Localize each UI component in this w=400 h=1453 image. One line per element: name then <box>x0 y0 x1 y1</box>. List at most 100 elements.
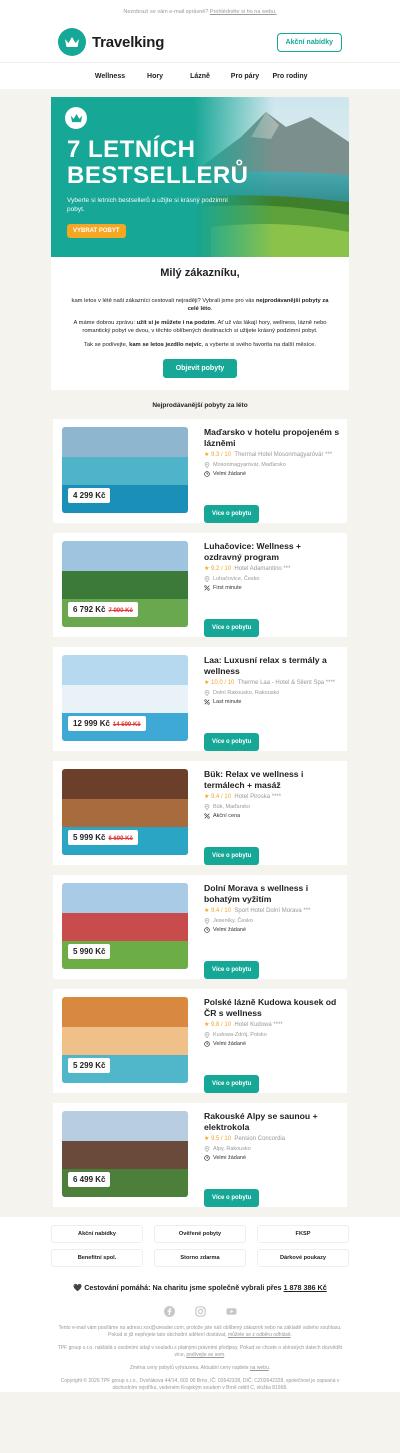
offer-title[interactable]: Bük: Relax ve wellness i termálech + mas… <box>204 769 340 791</box>
brand-name: Travelking <box>92 33 165 51</box>
more-about-stay-button[interactable]: Více o pobytu <box>204 505 260 523</box>
offer-tag: Velmi žádané <box>204 1041 340 1047</box>
prices-link[interactable]: na webu <box>250 1365 269 1371</box>
footer-link[interactable]: Dárkové poukazy <box>257 1249 349 1267</box>
offer-tag: First minute <box>204 585 340 591</box>
more-about-stay-button[interactable]: Více o pobytu <box>204 1075 260 1093</box>
privacy-link[interactable]: podívejte se sem <box>186 1352 224 1358</box>
greeting-paragraph-3: Tak se podívejte, kam se letos jezdilo n… <box>83 342 316 348</box>
offer-location: Luhačovice, Česko <box>204 576 340 582</box>
old-price: 7 990 Kč <box>108 608 133 614</box>
tag-text: First minute <box>213 585 242 591</box>
top-note: Nezobrazí se vám e-mail správně? Prohléd… <box>0 0 400 22</box>
charity-banner: 🖤 Cestování pomáhá: Na charitu jsme spol… <box>0 1279 400 1302</box>
offer-price: 5 999 Kč 6 699 Kč <box>68 830 138 845</box>
offer-price: 5 299 Kč <box>68 1058 111 1073</box>
offer-card[interactable]: 5 990 Kč Dolní Morava s wellness i bohatý… <box>53 875 347 979</box>
location-text: Dolní Rakousko, Rakousko <box>213 690 280 696</box>
nav-item-hory[interactable]: Hory <box>133 73 178 80</box>
offer-location: Dolní Rakousko, Rakousko <box>204 690 340 696</box>
offer-location: Jeseníky, Česko <box>204 918 340 924</box>
offer-price: 5 990 Kč <box>68 944 111 959</box>
more-about-stay-button[interactable]: Více o pobytu <box>204 619 260 637</box>
location-pin-icon <box>204 918 210 924</box>
clock-icon <box>204 927 210 933</box>
offer-title[interactable]: Rakouské Alpy se saunou + elektrokola <box>204 1111 340 1133</box>
percent-icon <box>204 699 210 705</box>
more-about-stay-button[interactable]: Více o pobytu <box>204 1189 260 1207</box>
offer-title[interactable]: Laa: Luxusní relax s termály a wellness <box>204 655 340 677</box>
footer-link[interactable]: FKSP <box>257 1225 349 1243</box>
location-text: Bük, Maďarsko <box>213 804 251 810</box>
current-price: 4 299 Kč <box>73 491 106 500</box>
current-price: 12 999 Kč <box>73 719 110 728</box>
youtube-icon[interactable] <box>225 1306 237 1317</box>
facebook-icon[interactable] <box>163 1306 175 1317</box>
unsubscribe-link[interactable]: můžete se z odběru odhlásit <box>228 1332 291 1338</box>
nav-item-pro-rodiny[interactable]: Pro rodiny <box>268 73 313 80</box>
location-pin-icon <box>204 576 210 582</box>
offer-card[interactable]: 4 299 Kč Maďarsko v hotelu propojeném s l… <box>53 419 347 523</box>
offer-title[interactable]: Luhačovice: Wellness + ozdravný program <box>204 541 340 563</box>
legal-paragraph-1: Tento e-mail vám posíláme na adresu xxx@… <box>58 1325 342 1338</box>
offer-price: 6 499 Kč <box>68 1172 111 1187</box>
hotel-name: Hotel Adamantino *** <box>234 566 291 572</box>
hotel-name: Thermal Hotel Mosonmagyaróvár *** <box>234 452 333 458</box>
offer-title[interactable]: Dolní Morava s wellness i bohatým vyžití… <box>204 883 340 905</box>
hotel-name: Pension Concordia <box>234 1136 286 1142</box>
location-text: Mosonmagyaróvár, Maďarsko <box>213 462 286 468</box>
rating-score: ★ 9.4 / 10 <box>204 794 232 800</box>
hero-banner[interactable]: 7 LETNÍCH BESTSELLERŮ Vyberte si letních… <box>51 97 349 257</box>
footer-link[interactable]: Akční nabídky <box>51 1225 143 1243</box>
offer-tag: Velmi žádané <box>204 471 340 477</box>
instagram-icon[interactable] <box>194 1306 206 1317</box>
offer-tag: Velmi žádané <box>204 927 340 933</box>
hero-subtitle: Vyberte si letních bestsellerů a užijte … <box>67 197 228 213</box>
offer-card[interactable]: 5 299 Kč Polské lázně Kudowa kousek od ČR… <box>53 989 347 1093</box>
deals-button[interactable]: Akční nabídky <box>276 32 342 52</box>
rating-score: ★ 9.5 / 10 <box>204 1136 232 1142</box>
tag-text: Last minute <box>213 699 242 705</box>
offer-tag: Last minute <box>204 699 340 705</box>
offer-price: 6 792 Kč 7 990 Kč <box>68 602 138 617</box>
offer-card[interactable]: 6 792 Kč 7 990 Kč Luhačovice: Wellness + o… <box>53 533 347 637</box>
more-about-stay-button[interactable]: Více o pobytu <box>204 847 260 865</box>
legal-paragraph-2: TPF group s.r.o. nakládá s osobními údaj… <box>57 1345 343 1358</box>
tag-text: Akční cena <box>213 813 241 819</box>
footer-link[interactable]: Storno zdarma <box>154 1249 246 1267</box>
nav-item-lazne[interactable]: Lázně <box>178 73 223 80</box>
logo[interactable]: Travelking <box>58 28 164 56</box>
rating-score: ★ 9.2 / 10 <box>204 566 232 572</box>
percent-icon <box>204 585 210 591</box>
charity-amount[interactable]: 1 878 386 Kč <box>284 1283 327 1292</box>
rating-score: ★ 9.4 / 10 <box>204 908 232 914</box>
offer-list: 4 299 Kč Maďarsko v hotelu propojeném s l… <box>0 419 400 1207</box>
offer-title[interactable]: Polské lázně Kudowa kousek od ČR s welln… <box>204 997 340 1019</box>
offer-rating: ★ 9.2 / 10 Hotel Adamantino *** <box>204 565 340 573</box>
clock-icon <box>204 1155 210 1161</box>
legal-paragraph-3: Změna ceny pobytů vyhrazena. Aktuální ce… <box>129 1365 271 1371</box>
nav-item-pro-pary[interactable]: Pro páry <box>223 73 268 80</box>
hero-title-line2: BESTSELLERŮ <box>67 162 249 189</box>
location-pin-icon <box>204 690 210 696</box>
footer-link[interactable]: Ověřené pobyty <box>154 1225 246 1243</box>
offer-tag: Akční cena <box>204 813 340 819</box>
discover-stays-button[interactable]: Objevit pobyty <box>162 359 238 378</box>
nav-item-wellness[interactable]: Wellness <box>88 73 133 80</box>
footer-link[interactable]: Benefitní spol. <box>51 1249 143 1267</box>
hotel-name: Therme Laa - Hotel & Silent Spa **** <box>237 680 336 686</box>
location-text: Alpy, Rakousko <box>213 1146 251 1152</box>
offer-rating: ★ 10.0 / 10 Therme Laa - Hotel & Silent … <box>204 679 340 687</box>
social-links <box>0 1302 400 1325</box>
offer-card[interactable]: 6 499 Kč Rakouské Alpy se saunou + elektr… <box>53 1103 347 1207</box>
offer-card[interactable]: 12 999 Kč 14 599 Kč Laa: Luxusní relax s t… <box>53 647 347 751</box>
view-online-link[interactable]: Prohlédněte si ho na webu. <box>210 9 277 15</box>
location-pin-icon <box>204 1032 210 1038</box>
offer-price: 12 999 Kč 14 599 Kč <box>68 716 146 731</box>
more-about-stay-button[interactable]: Více o pobytu <box>204 733 260 751</box>
hero-select-button[interactable]: VYBRAT POBYT <box>67 224 126 238</box>
charity-text: 🖤 Cestování pomáhá: Na charitu jsme spol… <box>73 1283 284 1292</box>
offer-title[interactable]: Maďarsko v hotelu propojeném s lázněmi <box>204 427 340 449</box>
offer-card[interactable]: 5 999 Kč 6 699 Kč Bük: Relax ve wellness i… <box>53 761 347 865</box>
more-about-stay-button[interactable]: Více o pobytu <box>204 961 260 979</box>
